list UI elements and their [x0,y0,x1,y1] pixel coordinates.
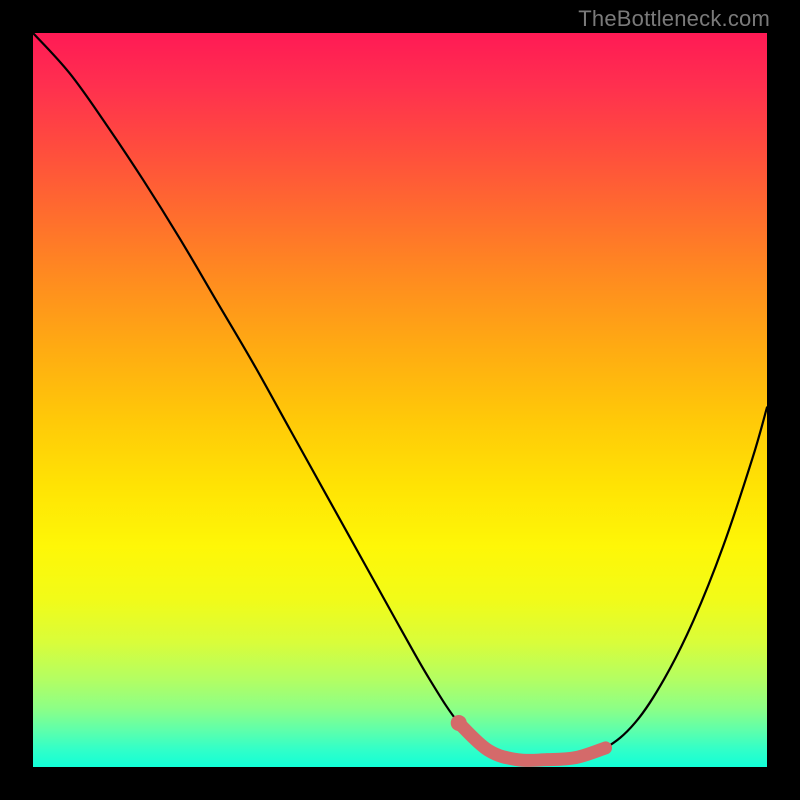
curve-svg [33,33,767,767]
bottleneck-curve-path [33,33,767,761]
plot-area [33,33,767,767]
optimal-range-highlight-path [459,723,606,761]
chart-frame: TheBottleneck.com [0,0,800,800]
optimal-start-dot [451,715,467,731]
watermark-text: TheBottleneck.com [578,6,770,32]
